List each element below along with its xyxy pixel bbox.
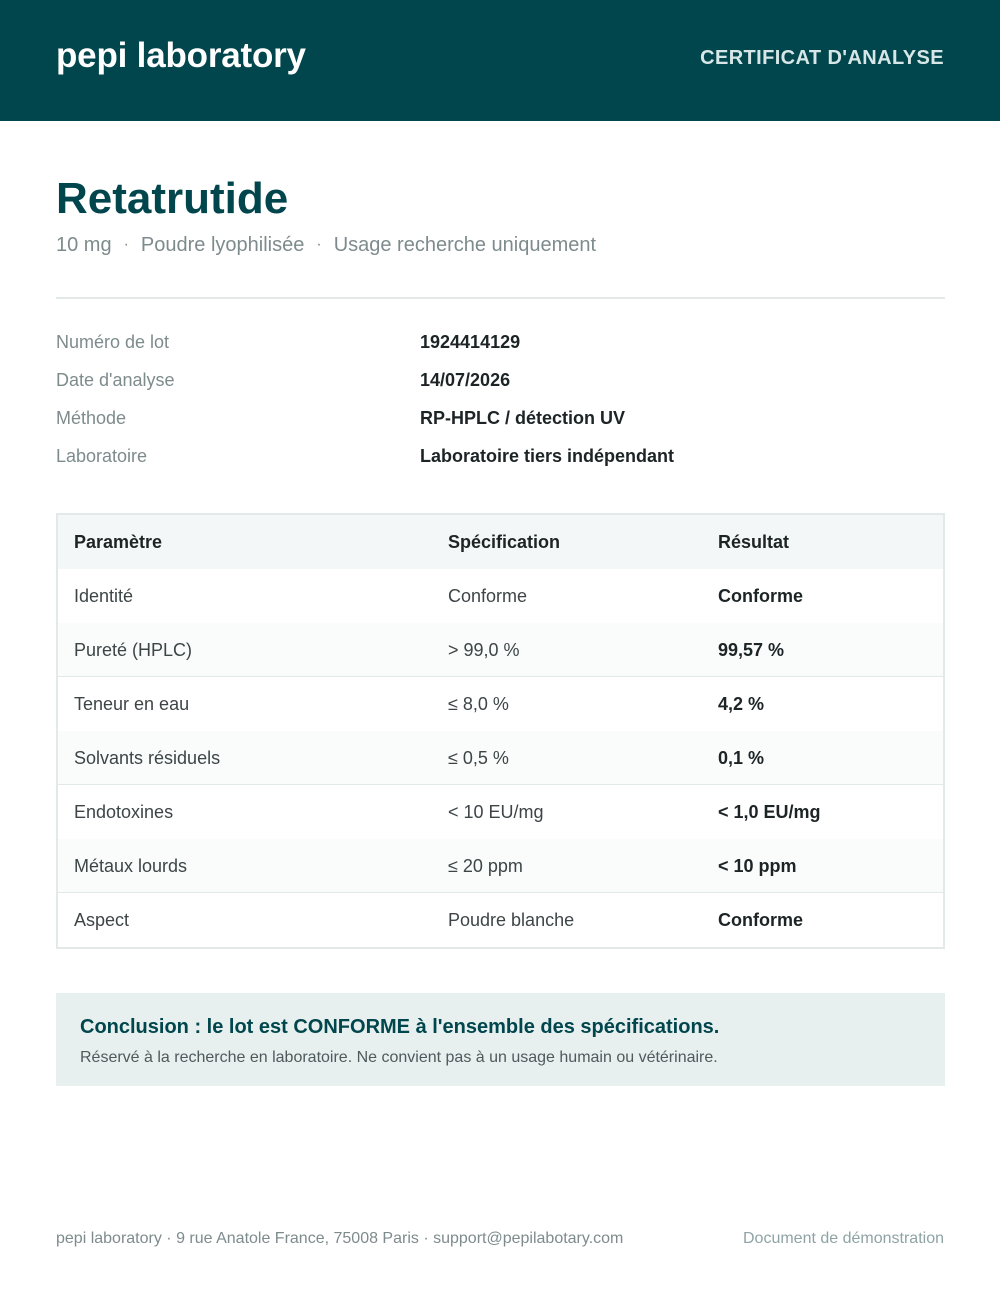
table-row: Aspect Poudre blanche Conforme — [58, 893, 943, 947]
cell-result: Conforme — [718, 586, 803, 606]
info-row-date: Date d'analyse 14/07/2026 — [56, 370, 945, 408]
conclusion-title: Conclusion : le lot est CONFORME à l'ens… — [80, 1016, 720, 1038]
info-value: 1924414129 — [420, 332, 521, 352]
batch-info: Numéro de lot 1924414129 Date d'analyse … — [56, 332, 945, 484]
table-row: Identité Conforme Conforme — [58, 569, 943, 623]
info-label: Date d'analyse — [56, 370, 175, 390]
section-divider — [56, 297, 945, 299]
cell-specification: Conforme — [448, 586, 528, 606]
conclusion-box: Conclusion : le lot est CONFORME à l'ens… — [56, 993, 945, 1086]
product-form: Poudre lyophilisée — [140, 234, 305, 256]
table-row: Solvants résiduels ≤ 0,5 % 0,1 % — [58, 731, 943, 785]
info-value: 14/07/2026 — [420, 370, 511, 390]
cell-parameter: Pureté (HPLC) — [74, 640, 193, 660]
info-row-laboratory: Laboratoire Laboratoire tiers indépendan… — [56, 446, 945, 484]
column-header-parameter: Paramètre — [74, 532, 163, 552]
info-label: Laboratoire — [56, 446, 148, 466]
product-dosage: 10 mg — [56, 234, 112, 256]
cell-specification: ≤ 20 ppm — [448, 856, 523, 876]
cell-parameter: Solvants résiduels — [74, 748, 221, 768]
cell-specification: ≤ 8,0 % — [448, 694, 509, 714]
info-row-lot: Numéro de lot 1924414129 — [56, 332, 945, 370]
footer-address: pepi laboratory · 9 rue Anatole France, … — [56, 1230, 624, 1247]
cell-result: Conforme — [718, 910, 803, 930]
document-type: CERTIFICAT D'ANALYSE — [700, 47, 944, 69]
cell-parameter: Métaux lourds — [74, 856, 188, 876]
cell-result: 4,2 % — [718, 694, 765, 714]
separator-dot: · — [316, 236, 322, 253]
cell-result: 99,57 % — [718, 640, 785, 660]
table-row: Teneur en eau ≤ 8,0 % 4,2 % — [58, 677, 943, 731]
product-usage: Usage recherche uniquement — [333, 234, 597, 256]
cell-specification: ≤ 0,5 % — [448, 748, 509, 768]
cell-specification: Poudre blanche — [448, 910, 575, 930]
cell-specification: < 10 EU/mg — [448, 802, 544, 822]
table-row: Métaux lourds ≤ 20 ppm < 10 ppm — [58, 839, 943, 893]
cell-result: < 1,0 EU/mg — [718, 802, 821, 822]
results-table: Paramètre Spécification Résultat Identit… — [56, 513, 945, 949]
table-header-row: Paramètre Spécification Résultat — [58, 515, 943, 569]
info-label: Méthode — [56, 408, 127, 428]
cell-specification: > 99,0 % — [448, 640, 520, 660]
cell-parameter: Endotoxines — [74, 802, 174, 822]
conclusion-note: Réservé à la recherche en laboratoire. N… — [80, 1049, 718, 1066]
separator-dot: · — [123, 236, 129, 253]
column-header-result: Résultat — [718, 532, 790, 552]
column-header-specification: Spécification — [448, 532, 561, 552]
header-bar: pepi laboratory CERTIFICAT D'ANALYSE — [0, 0, 1000, 121]
footer-demo-note: Document de démonstration — [743, 1230, 944, 1247]
cell-parameter: Aspect — [74, 910, 130, 930]
cell-result: < 10 ppm — [718, 856, 797, 876]
info-label: Numéro de lot — [56, 332, 170, 352]
info-value: RP-HPLC / détection UV — [420, 408, 626, 428]
info-row-method: Méthode RP-HPLC / détection UV — [56, 408, 945, 446]
cell-parameter: Teneur en eau — [74, 694, 190, 714]
cell-parameter: Identité — [74, 586, 134, 606]
table-row: Pureté (HPLC) > 99,0 % 99,57 % — [58, 623, 943, 677]
product-subtitle: 10 mg · Poudre lyophilisée · Usage recherche… — [56, 234, 596, 257]
info-value: Laboratoire tiers indépendant — [420, 446, 675, 466]
table-row: Endotoxines < 10 EU/mg < 1,0 EU/mg — [58, 785, 943, 839]
product-name: Retatrutide — [56, 174, 289, 223]
brand-logo-text: pepi laboratory — [56, 36, 306, 75]
cell-result: 0,1 % — [718, 748, 765, 768]
